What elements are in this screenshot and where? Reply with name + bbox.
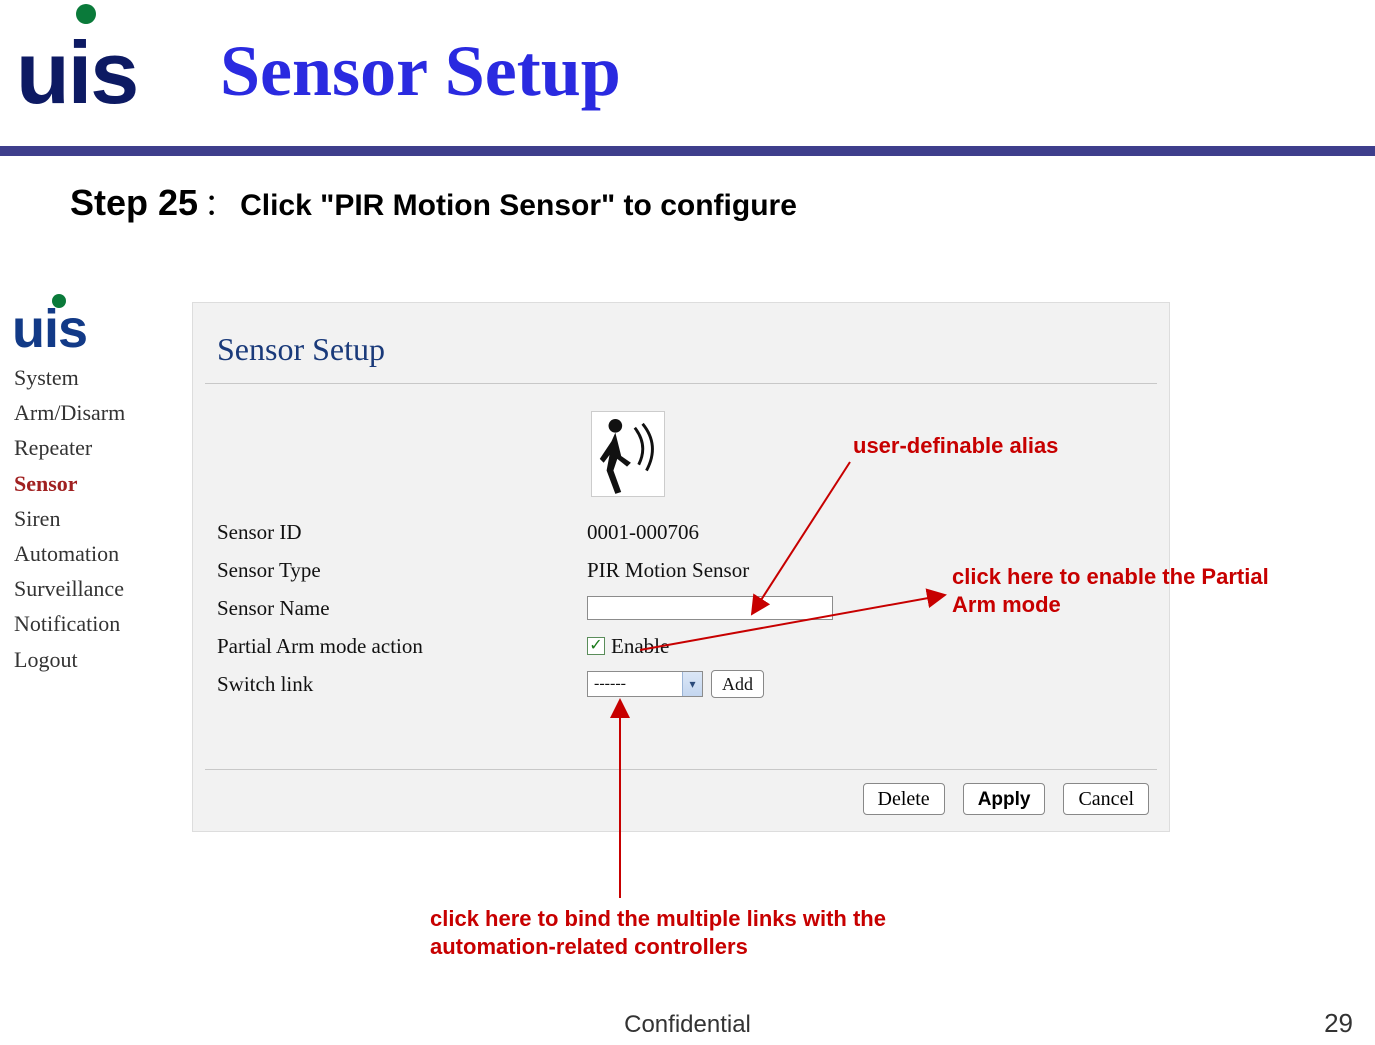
- annotation-switch-link: click here to bind the multiple links wi…: [430, 905, 950, 960]
- sidebar-nav: System Arm/Disarm Repeater Sensor Siren …: [14, 360, 169, 677]
- switch-link-select[interactable]: ------ ▾: [587, 671, 703, 697]
- footer-confidential: Confidential: [0, 1011, 1375, 1039]
- partial-arm-label: Partial Arm mode action: [217, 634, 587, 659]
- brand-logo-small: uis: [12, 302, 112, 356]
- sidebar-item-notification[interactable]: Notification: [14, 606, 169, 641]
- sensor-name-input[interactable]: [587, 596, 833, 620]
- chevron-down-icon: ▾: [682, 672, 702, 696]
- section-title: Sensor Setup: [217, 331, 385, 368]
- sensor-id-value: 0001-000706: [587, 520, 699, 545]
- page-title: Sensor Setup: [220, 30, 621, 113]
- logo-text-small: uis: [12, 302, 112, 356]
- switch-link-label: Switch link: [217, 672, 587, 697]
- sidebar-item-logout[interactable]: Logout: [14, 642, 169, 677]
- annotation-alias: user-definable alias: [853, 432, 1058, 460]
- sidebar-item-arm-disarm[interactable]: Arm/Disarm: [14, 395, 169, 430]
- brand-logo-top: uis: [16, 4, 146, 114]
- action-button-row: Delete Apply Cancel: [863, 783, 1150, 815]
- sidebar-item-surveillance[interactable]: Surveillance: [14, 571, 169, 606]
- sensor-name-label: Sensor Name: [217, 596, 587, 621]
- partial-arm-checkbox-label: Enable: [611, 634, 669, 659]
- step-number: Step 25: [70, 182, 198, 223]
- sensor-form: Sensor ID 0001-000706 Sensor Type PIR Mo…: [217, 513, 1077, 703]
- step-description: Click "PIR Motion Sensor" to configure: [240, 189, 797, 222]
- logo-dot-icon: [76, 4, 96, 24]
- section-divider: [205, 383, 1157, 384]
- logo-dot-icon: [52, 294, 66, 308]
- switch-link-selected-value: ------: [594, 675, 626, 693]
- title-divider: [0, 146, 1375, 156]
- sidebar-item-repeater[interactable]: Repeater: [14, 430, 169, 465]
- add-button[interactable]: Add: [711, 670, 764, 698]
- sensor-type-label: Sensor Type: [217, 558, 587, 583]
- step-colon: ：: [198, 189, 240, 222]
- pir-motion-sensor-icon: [591, 411, 665, 497]
- delete-button[interactable]: Delete: [863, 783, 945, 815]
- section-divider-2: [205, 769, 1157, 770]
- sensor-type-value: PIR Motion Sensor: [587, 558, 749, 583]
- sidebar-item-sensor[interactable]: Sensor: [14, 466, 169, 501]
- cancel-button[interactable]: Cancel: [1063, 783, 1149, 815]
- step-instruction: Step 25：Click "PIR Motion Sensor" to con…: [70, 180, 797, 224]
- logo-text: uis: [16, 22, 137, 124]
- footer-page-number: 29: [1324, 1008, 1353, 1039]
- apply-button[interactable]: Apply: [963, 783, 1046, 815]
- annotation-partial-arm: click here to enable the Partial Arm mod…: [952, 563, 1282, 618]
- sidebar-item-siren[interactable]: Siren: [14, 501, 169, 536]
- sidebar-item-system[interactable]: System: [14, 360, 169, 395]
- sidebar-item-automation[interactable]: Automation: [14, 536, 169, 571]
- sensor-id-label: Sensor ID: [217, 520, 587, 545]
- partial-arm-checkbox[interactable]: ✓: [587, 637, 605, 655]
